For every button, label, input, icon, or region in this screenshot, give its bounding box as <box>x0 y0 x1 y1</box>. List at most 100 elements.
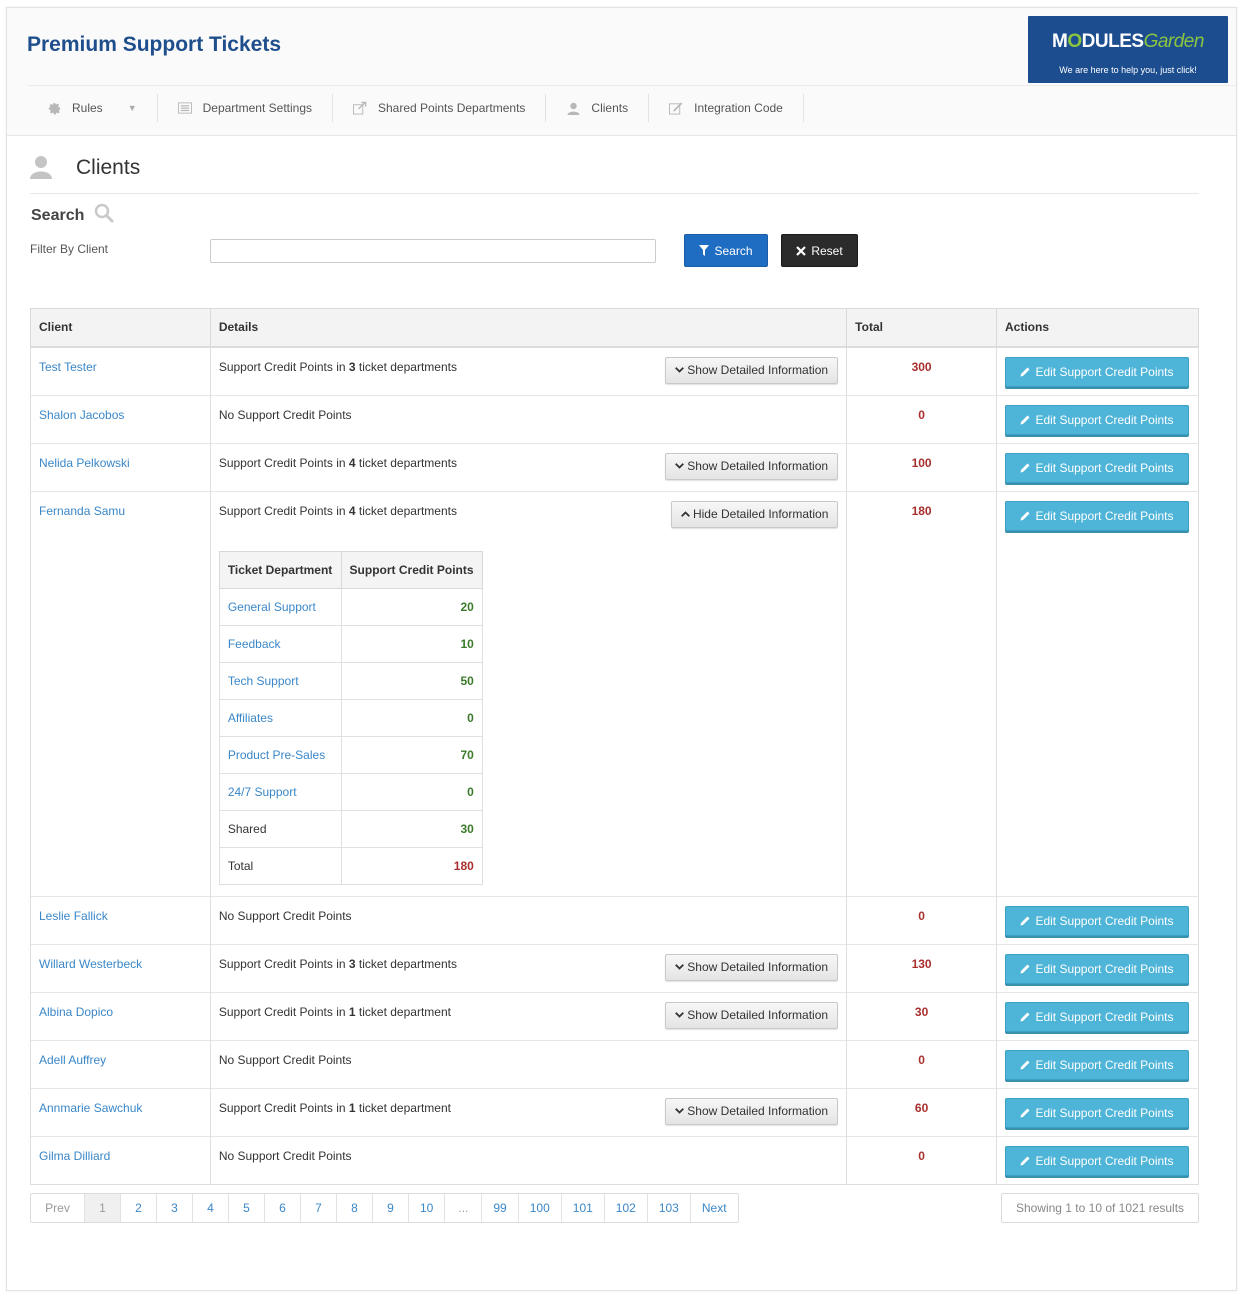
edit-button-label: Edit Support Credit Points <box>1035 961 1174 976</box>
table-row: Nelida Pelkowski Support Credit Points i… <box>30 442 1200 491</box>
page-link[interactable]: 99 <box>482 1194 519 1222</box>
show-detailed-information-button[interactable]: Show Detailed Information <box>665 953 839 981</box>
detail-department: Total <box>218 846 342 885</box>
client-link[interactable]: Fernanda Samu <box>39 504 125 518</box>
detail-department[interactable]: Tech Support <box>218 661 342 700</box>
detail-department[interactable]: 24/7 Support <box>218 772 342 811</box>
edit-support-credit-points-button[interactable]: Edit Support Credit Points <box>1004 1049 1189 1080</box>
client-link[interactable]: Nelida Pelkowski <box>39 456 130 470</box>
department-name[interactable]: Tech Support <box>228 674 299 688</box>
detail-points: 30 <box>340 809 483 848</box>
table-row: Adell Auffrey No Support Credit Points 0… <box>30 1039 1200 1088</box>
table-row: Gilma Dilliard No Support Credit Points … <box>30 1135 1200 1185</box>
close-icon <box>796 245 807 256</box>
nav-item-integration-code[interactable]: Integration Code <box>649 94 804 122</box>
department-name[interactable]: Feedback <box>228 637 281 651</box>
search-button[interactable]: Search <box>684 234 768 267</box>
nav-item-shared-points-departments[interactable]: Shared Points Departments <box>333 94 547 122</box>
heading-divider <box>30 193 1199 194</box>
detail-department[interactable]: Product Pre-Sales <box>218 735 342 774</box>
page-link[interactable]: 10 <box>409 1194 446 1222</box>
edit-support-credit-points-button[interactable]: Edit Support Credit Points <box>1004 953 1189 984</box>
department-name[interactable]: General Support <box>228 600 316 614</box>
edit-support-credit-points-button[interactable]: Edit Support Credit Points <box>1004 1145 1189 1176</box>
edit-support-credit-points-button[interactable]: Edit Support Credit Points <box>1004 1001 1189 1032</box>
department-name: Shared <box>227 821 267 836</box>
total-cell: 0 <box>846 1135 997 1185</box>
modulesgarden-logo[interactable]: MODULESGarden We are here to help you, j… <box>1028 16 1228 83</box>
edit-support-credit-points-button[interactable]: Edit Support Credit Points <box>1004 452 1189 483</box>
show-detailed-information-button[interactable]: Show Detailed Information <box>665 452 839 480</box>
page-link[interactable]: 100 <box>519 1194 562 1222</box>
edit-support-credit-points-button[interactable]: Edit Support Credit Points <box>1004 404 1189 435</box>
page-link[interactable]: 101 <box>562 1194 605 1222</box>
show-detailed-information-button[interactable]: Show Detailed Information <box>665 356 839 384</box>
client-link[interactable]: Albina Dopico <box>39 1005 113 1019</box>
department-name[interactable]: 24/7 Support <box>228 785 297 799</box>
column-header-client[interactable]: Client <box>30 308 211 348</box>
show-detailed-information-button[interactable]: Show Detailed Information <box>665 1001 839 1029</box>
actions-cell: Edit Support Credit Points <box>995 895 1200 944</box>
show-detail-label: Show Detailed Information <box>687 1008 829 1022</box>
reset-button[interactable]: Reset <box>781 234 858 267</box>
column-header-details[interactable]: Details <box>209 308 848 348</box>
client-link[interactable]: Shalon Jacobos <box>39 408 124 422</box>
column-header-support-credit-points: Support Credit Points <box>340 550 483 589</box>
app-header: Premium Support Tickets MODULESGarden We… <box>7 8 1236 136</box>
client-link[interactable]: Annmarie Sawchuk <box>39 1101 142 1115</box>
client-link[interactable]: Test Tester <box>39 360 97 374</box>
page-link[interactable]: 9 <box>373 1194 409 1222</box>
edit-support-credit-points-button[interactable]: Edit Support Credit Points <box>1004 500 1189 531</box>
table-row: Fernanda Samu Support Credit Points in 4… <box>30 490 1200 896</box>
show-detailed-information-button[interactable]: Show Detailed Information <box>665 1097 839 1125</box>
page-link-active[interactable]: 1 <box>85 1194 121 1222</box>
detail-row: Total 180 <box>218 846 483 885</box>
pencil-icon <box>1020 1108 1030 1118</box>
page-link[interactable]: 4 <box>193 1194 229 1222</box>
page-link[interactable]: 2 <box>121 1194 157 1222</box>
column-header-total[interactable]: Total <box>846 308 997 348</box>
nav-item-clients[interactable]: Clients <box>546 94 650 122</box>
detail-department[interactable]: Affiliates <box>218 698 342 737</box>
table-row: Albina Dopico Support Credit Points in 1… <box>30 991 1200 1040</box>
edit-support-credit-points-button[interactable]: Edit Support Credit Points <box>1004 1097 1189 1128</box>
app-title: Premium Support Tickets <box>27 33 282 56</box>
actions-cell: Edit Support Credit Points <box>995 394 1200 443</box>
detail-row: Shared 30 <box>218 809 483 848</box>
page-link[interactable]: 7 <box>301 1194 337 1222</box>
details-prefix: Support Credit Points in <box>218 956 349 971</box>
page-link[interactable]: 3 <box>157 1194 193 1222</box>
chevron-down-icon <box>675 1012 685 1018</box>
client-link[interactable]: Leslie Fallick <box>39 909 108 923</box>
client-link[interactable]: Gilma Dilliard <box>39 1149 110 1163</box>
prev-page-button: Prev <box>31 1194 85 1222</box>
client-link[interactable]: Willard Westerbeck <box>39 957 142 971</box>
client-link[interactable]: Adell Auffrey <box>39 1053 106 1067</box>
page-link[interactable]: 6 <box>265 1194 301 1222</box>
page-link[interactable]: 102 <box>605 1194 648 1222</box>
chevron-down-icon: ▼ <box>127 103 137 113</box>
chevron-down-icon <box>675 1108 685 1114</box>
page-link[interactable]: 5 <box>229 1194 265 1222</box>
nav-item-department-settings[interactable]: Department Settings <box>158 94 333 122</box>
edit-support-credit-points-button[interactable]: Edit Support Credit Points <box>1004 905 1189 936</box>
actions-cell: Edit Support Credit Points <box>995 346 1200 395</box>
hide-detailed-information-button[interactable]: Hide Detailed Information <box>671 500 839 528</box>
edit-support-credit-points-button[interactable]: Edit Support Credit Points <box>1004 356 1189 387</box>
next-page-button[interactable]: Next <box>691 1194 738 1222</box>
department-name[interactable]: Product Pre-Sales <box>228 748 325 762</box>
department-name: Total <box>227 858 254 873</box>
detail-department[interactable]: General Support <box>218 587 342 626</box>
show-detail-label: Show Detailed Information <box>687 363 829 377</box>
page-link[interactable]: 8 <box>337 1194 373 1222</box>
filter-by-client-input[interactable] <box>210 239 656 263</box>
nav-item-rules[interactable]: Rules ▼ <box>27 94 158 122</box>
client-cell: Test Tester <box>30 346 211 395</box>
detail-department[interactable]: Feedback <box>218 624 342 663</box>
search-icon <box>94 203 114 228</box>
department-name[interactable]: Affiliates <box>228 711 273 725</box>
department-count: 3 <box>348 359 356 374</box>
client-cell: Albina Dopico <box>30 991 211 1040</box>
page-link[interactable]: 103 <box>648 1194 691 1222</box>
table-row: Willard Westerbeck Support Credit Points… <box>30 943 1200 992</box>
